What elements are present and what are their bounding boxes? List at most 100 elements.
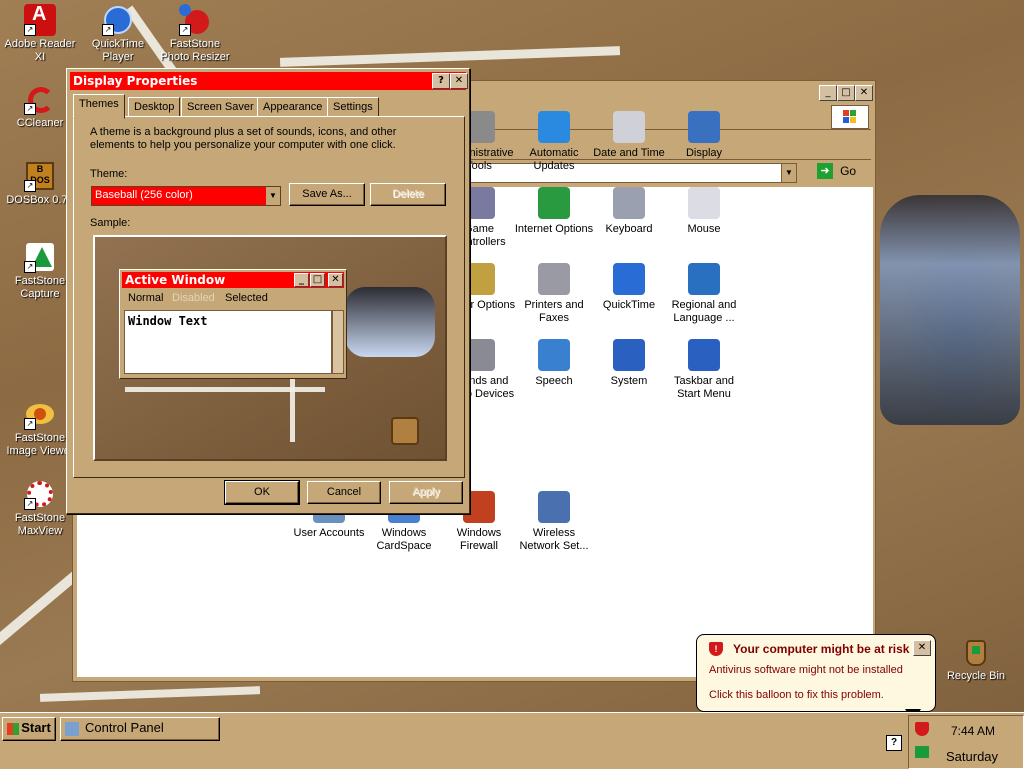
sample-menu-disabled: Disabled — [172, 292, 215, 304]
control-panel-item[interactable]: Date and Time — [589, 111, 669, 160]
system-icon — [613, 339, 645, 371]
control-panel-item-label: Internet Options — [514, 223, 594, 235]
tab-themes[interactable]: Themes — [73, 94, 125, 119]
sample-window-text: Window Text — [124, 310, 332, 374]
clock-time[interactable]: 7:44 AM — [951, 724, 995, 738]
cancel-button[interactable]: Cancel — [307, 481, 381, 504]
taskbar-task-label: Control Panel — [85, 720, 164, 735]
control-panel-item-label: Automatic Updates — [529, 147, 579, 172]
close-button[interactable]: ✕ — [450, 73, 468, 89]
control-panel-item-label: System — [610, 375, 648, 387]
faststone-resizer-icon: ↗ — [179, 4, 211, 36]
help-button[interactable]: ? — [432, 73, 450, 89]
go-arrow-icon: ➜ — [817, 163, 833, 179]
start-button[interactable]: Start — [2, 717, 56, 741]
tab-appearance[interactable]: Appearance — [257, 97, 329, 117]
control-panel-item[interactable]: Keyboard — [589, 187, 669, 236]
recycle-bin-icon — [960, 636, 992, 668]
chevron-down-icon[interactable]: ▼ — [266, 187, 280, 205]
go-button[interactable]: ➜ Go — [817, 163, 867, 181]
maximize-icon: □ — [310, 273, 325, 287]
tab-screen-saver[interactable]: Screen Saver — [181, 97, 260, 117]
theme-select[interactable]: Baseball (256 color) ▼ — [91, 186, 281, 206]
security-balloon[interactable]: ! Your computer might be at risk ✕ Antiv… — [696, 634, 936, 721]
desktop-icon-recycle-bin[interactable]: Recycle Bin — [936, 636, 1016, 683]
control-panel-item[interactable]: Internet Options — [514, 187, 594, 236]
maximize-button[interactable]: □ — [837, 85, 855, 101]
control-panel-item[interactable]: QuickTime — [589, 263, 669, 312]
desktop-icon-quicktime[interactable]: ↗ QuickTime Player — [78, 4, 158, 64]
control-panel-item-label: Keyboard — [605, 223, 653, 235]
windows-logo-icon — [831, 105, 869, 129]
faststone-maxview-icon: ↗ — [24, 478, 56, 510]
desktop-icon-label: FastStone MaxView — [14, 512, 66, 537]
desktop-icon-label: FastStone Photo Resizer — [160, 38, 230, 63]
control-panel-item[interactable]: Speech — [514, 339, 594, 388]
sample-window-titlebar: Active Window _ □ ✕ — [122, 272, 344, 288]
help-icon[interactable]: ? — [886, 735, 902, 751]
control-panel-item[interactable]: Taskbar and Start Menu — [664, 339, 744, 401]
mouse-icon — [688, 187, 720, 219]
sample-players — [345, 287, 435, 357]
sample-menu-normal: Normal — [128, 292, 164, 304]
tab-settings[interactable]: Settings — [327, 97, 379, 117]
keyboard-icon — [613, 187, 645, 219]
display-properties-dialog[interactable]: Display Properties ? ✕ Themes Desktop Sc… — [66, 68, 470, 514]
desktop-icon-faststone-resizer[interactable]: ↗ FastStone Photo Resizer — [155, 4, 235, 64]
control-panel-item[interactable]: Automatic Updates — [514, 111, 594, 173]
faststone-capture-icon: ↗ — [24, 241, 56, 273]
windows-logo-icon — [7, 722, 20, 735]
desktop-icon-label: Adobe Reader XI — [4, 38, 76, 63]
control-panel-item-label: Regional and Language ... — [671, 299, 737, 324]
umpire-figure — [880, 195, 1020, 425]
balloon-close-button[interactable]: ✕ — [913, 640, 931, 656]
control-panel-item-label: Windows CardSpace — [376, 527, 432, 552]
control-panel-item-label: Mouse — [687, 223, 721, 235]
control-panel-item[interactable]: Regional and Language ... — [664, 263, 744, 325]
sample-window-title: Active Window — [125, 273, 226, 287]
system-tray: 7:44 AM Saturday — [908, 715, 1024, 769]
regional-language-icon — [688, 263, 720, 295]
dialog-titlebar[interactable]: Display Properties ? ✕ — [70, 72, 468, 90]
wireless-network-icon — [538, 491, 570, 523]
control-panel-item[interactable]: Display — [664, 111, 744, 160]
go-label: Go — [840, 164, 857, 178]
theme-select-value: Baseball (256 color) — [95, 189, 193, 201]
chalk-line — [279, 46, 621, 67]
desktop-icon-adobe-reader[interactable]: A ↗ Adobe Reader XI — [0, 4, 80, 64]
adobe-reader-icon: A ↗ — [24, 4, 56, 36]
desktop-icon-label: Recycle Bin — [946, 670, 1006, 682]
taskbar: Start Control Panel 7:44 AM Saturday ? — [0, 712, 1024, 769]
ok-button[interactable]: OK — [224, 480, 300, 505]
minimize-button[interactable]: _ — [819, 85, 837, 101]
delete-button[interactable]: Delete — [370, 183, 446, 206]
chalk-line — [125, 387, 325, 392]
theme-description: A theme is a background plus a set of so… — [90, 126, 397, 151]
ccleaner-icon: ↗ — [24, 83, 56, 115]
sample-scrollbar — [332, 310, 344, 374]
date-time-icon — [613, 111, 645, 143]
desktop-icon-label: QuickTime Player — [91, 38, 145, 63]
apply-button[interactable]: Apply — [389, 481, 463, 504]
quicktime-icon: ↗ — [102, 4, 134, 36]
control-panel-item-label: Display — [685, 147, 723, 159]
balloon-line2: Click this balloon to fix this problem. — [709, 689, 884, 701]
dosbox-icon: B DOS ↗ — [24, 160, 56, 192]
save-as-button[interactable]: Save As... — [289, 183, 365, 206]
network-icon[interactable] — [915, 746, 929, 758]
security-alert-icon[interactable] — [915, 722, 929, 736]
close-icon: ✕ — [328, 273, 343, 287]
tab-desktop[interactable]: Desktop — [128, 97, 181, 117]
control-panel-item[interactable]: System — [589, 339, 669, 388]
control-panel-item-label: Windows Firewall — [456, 527, 502, 552]
control-panel-icon — [65, 721, 79, 736]
clock-day: Saturday — [946, 749, 999, 764]
control-panel-item-label: Printers and Faxes — [524, 299, 584, 324]
control-panel-item[interactable]: Printers and Faxes — [514, 263, 594, 325]
taskbar-button-control-panel[interactable]: Control Panel — [60, 717, 220, 741]
control-panel-item[interactable]: Wireless Network Set... — [514, 491, 594, 553]
close-button[interactable]: ✕ — [855, 85, 873, 101]
sample-active-window: Active Window _ □ ✕ Normal Disabled Sele… — [119, 269, 347, 379]
control-panel-item[interactable]: Mouse — [664, 187, 744, 236]
chevron-down-icon[interactable]: ▼ — [781, 164, 796, 182]
